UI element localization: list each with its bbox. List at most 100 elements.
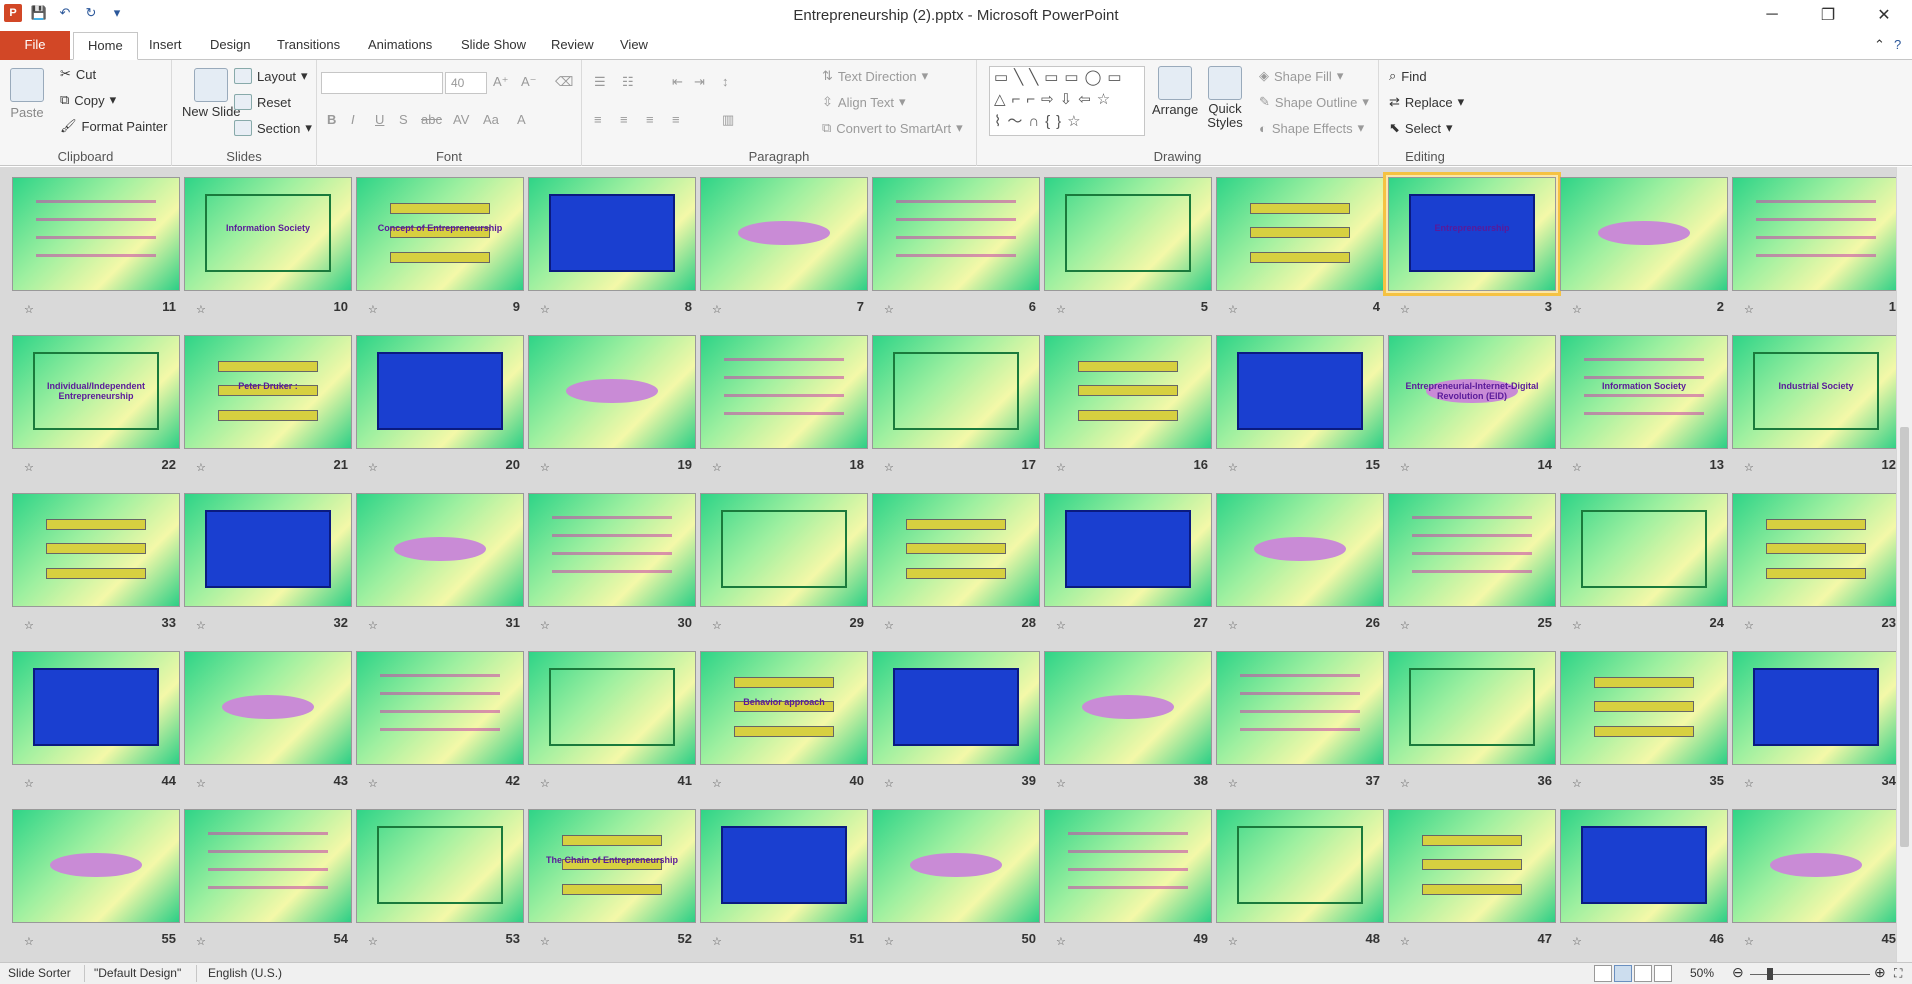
- slide-thumbnail-frame[interactable]: Individual/Independent Entrepreneurship: [10, 333, 182, 451]
- slide-thumbnail-frame[interactable]: [1214, 491, 1386, 609]
- transition-star-icon[interactable]: ☆: [884, 935, 894, 948]
- tab-file[interactable]: File: [0, 31, 70, 60]
- slide-thumbnail-frame[interactable]: [1558, 175, 1730, 293]
- shrink-font-icon[interactable]: A⁻: [521, 74, 537, 90]
- decrease-indent-icon[interactable]: ⇤: [672, 74, 683, 90]
- slide-thumbnail-frame[interactable]: [698, 175, 870, 293]
- transition-star-icon[interactable]: ☆: [1400, 935, 1410, 948]
- underline-button[interactable]: U: [375, 112, 384, 127]
- align-text-button[interactable]: ⇳ Align Text ▾: [822, 94, 906, 110]
- slide-thumbnail[interactable]: Concept of Entrepreneurship ☆ 9: [354, 175, 526, 333]
- close-button[interactable]: ✕: [1856, 0, 1912, 30]
- paste-button[interactable]: Paste: [10, 68, 44, 120]
- bold-button[interactable]: B: [327, 112, 336, 127]
- slide-thumbnail[interactable]: ☆ 16: [1042, 333, 1214, 491]
- slide-show-view-icon[interactable]: [1654, 965, 1672, 982]
- minimize-ribbon-icon[interactable]: ⌃: [1868, 32, 1891, 60]
- transition-star-icon[interactable]: ☆: [1572, 303, 1582, 316]
- bullets-icon[interactable]: ☰: [594, 74, 606, 90]
- tab-insert[interactable]: Insert: [135, 32, 196, 60]
- format-painter-button[interactable]: 🖌 Format Painter: [60, 118, 168, 134]
- transition-star-icon[interactable]: ☆: [1744, 619, 1754, 632]
- slide-thumbnail[interactable]: ☆ 38: [1042, 649, 1214, 807]
- slide-thumbnail[interactable]: Information Society ☆ 13: [1558, 333, 1730, 491]
- slide-thumbnail-frame[interactable]: [526, 649, 698, 767]
- transition-star-icon[interactable]: ☆: [368, 935, 378, 948]
- transition-star-icon[interactable]: ☆: [1744, 935, 1754, 948]
- slide-thumbnail[interactable]: ☆ 17: [870, 333, 1042, 491]
- transition-star-icon[interactable]: ☆: [712, 303, 722, 316]
- slide-thumbnail[interactable]: ☆ 47: [1386, 807, 1558, 962]
- slide-thumbnail-frame[interactable]: [698, 333, 870, 451]
- font-color-button[interactable]: A: [517, 112, 526, 127]
- slide-thumbnail-frame[interactable]: [698, 491, 870, 609]
- transition-star-icon[interactable]: ☆: [712, 935, 722, 948]
- slide-thumbnail-frame[interactable]: [526, 333, 698, 451]
- transition-star-icon[interactable]: ☆: [1744, 461, 1754, 474]
- justify-icon[interactable]: ≡: [672, 112, 680, 127]
- slide-thumbnail[interactable]: ☆ 45: [1730, 807, 1896, 962]
- slide-thumbnail-frame[interactable]: [1386, 807, 1558, 925]
- normal-view-icon[interactable]: [1594, 965, 1612, 982]
- transition-star-icon[interactable]: ☆: [24, 777, 34, 790]
- transition-star-icon[interactable]: ☆: [24, 935, 34, 948]
- transition-star-icon[interactable]: ☆: [1572, 777, 1582, 790]
- new-slide-button[interactable]: New Slide: [182, 68, 241, 119]
- transition-star-icon[interactable]: ☆: [540, 461, 550, 474]
- slide-thumbnail-frame[interactable]: [182, 807, 354, 925]
- slide-thumbnail-frame[interactable]: [354, 807, 526, 925]
- shape-fill-button[interactable]: ◈ Shape Fill ▾: [1259, 68, 1343, 84]
- slide-thumbnail[interactable]: ☆ 15: [1214, 333, 1386, 491]
- transition-star-icon[interactable]: ☆: [1228, 935, 1238, 948]
- slide-thumbnail[interactable]: ☆ 44: [10, 649, 182, 807]
- transition-star-icon[interactable]: ☆: [540, 777, 550, 790]
- transition-star-icon[interactable]: ☆: [1744, 303, 1754, 316]
- change-case-button[interactable]: Aa: [483, 112, 499, 127]
- tab-view[interactable]: View: [606, 32, 662, 60]
- transition-star-icon[interactable]: ☆: [368, 461, 378, 474]
- slide-thumbnail-frame[interactable]: [10, 649, 182, 767]
- tab-animations[interactable]: Animations: [354, 32, 446, 60]
- transition-star-icon[interactable]: ☆: [24, 461, 34, 474]
- slide-thumbnail-frame[interactable]: [1042, 649, 1214, 767]
- transition-star-icon[interactable]: ☆: [196, 303, 206, 316]
- slide-thumbnail-frame[interactable]: [698, 807, 870, 925]
- slide-thumbnail[interactable]: ☆ 29: [698, 491, 870, 649]
- character-spacing-button[interactable]: AV: [453, 112, 469, 127]
- fit-slide-icon[interactable]: ⛶: [1894, 966, 1902, 981]
- minimize-button[interactable]: ─: [1744, 0, 1800, 30]
- slide-thumbnail[interactable]: Entrepreneurial-Internet-Digital Revolut…: [1386, 333, 1558, 491]
- transition-star-icon[interactable]: ☆: [1056, 303, 1066, 316]
- slide-thumbnail-frame[interactable]: [1386, 649, 1558, 767]
- cut-button[interactable]: ✂ Cut: [60, 66, 96, 82]
- zoom-in-icon[interactable]: ⊕: [1874, 964, 1886, 981]
- slide-thumbnail-frame[interactable]: [354, 491, 526, 609]
- transition-star-icon[interactable]: ☆: [1400, 777, 1410, 790]
- slide-thumbnail[interactable]: ☆ 8: [526, 175, 698, 333]
- transition-star-icon[interactable]: ☆: [1572, 619, 1582, 632]
- slide-thumbnail[interactable]: ☆ 24: [1558, 491, 1730, 649]
- slide-thumbnail[interactable]: ☆ 50: [870, 807, 1042, 962]
- slide-thumbnail[interactable]: ☆ 41: [526, 649, 698, 807]
- slide-thumbnail[interactable]: Entrepreneurship ☆ 3: [1383, 172, 1561, 333]
- replace-button[interactable]: ⇄ Replace ▾: [1389, 94, 1464, 110]
- reading-view-icon[interactable]: [1634, 965, 1652, 982]
- slide-thumbnail[interactable]: ☆ 48: [1214, 807, 1386, 962]
- slide-thumbnail-frame[interactable]: [1386, 491, 1558, 609]
- help-icon[interactable]: ?: [1890, 32, 1905, 60]
- slide-thumbnail[interactable]: ☆ 43: [182, 649, 354, 807]
- clear-formatting-icon[interactable]: ⌫: [555, 74, 573, 90]
- transition-star-icon[interactable]: ☆: [540, 303, 550, 316]
- slide-thumbnail-frame[interactable]: [1730, 807, 1896, 925]
- slide-thumbnail[interactable]: ☆ 30: [526, 491, 698, 649]
- slide-thumbnail[interactable]: ☆ 55: [10, 807, 182, 962]
- transition-star-icon[interactable]: ☆: [1056, 619, 1066, 632]
- select-button[interactable]: ⬉ Select ▾: [1389, 120, 1453, 136]
- slide-thumbnail-frame[interactable]: Concept of Entrepreneurship: [354, 175, 526, 293]
- arrange-button[interactable]: Arrange: [1152, 66, 1198, 117]
- transition-star-icon[interactable]: ☆: [884, 777, 894, 790]
- slide-thumbnail-frame[interactable]: [1214, 649, 1386, 767]
- zoom-out-icon[interactable]: ⊖: [1732, 964, 1744, 981]
- reset-button[interactable]: Reset: [234, 94, 291, 110]
- transition-star-icon[interactable]: ☆: [368, 303, 378, 316]
